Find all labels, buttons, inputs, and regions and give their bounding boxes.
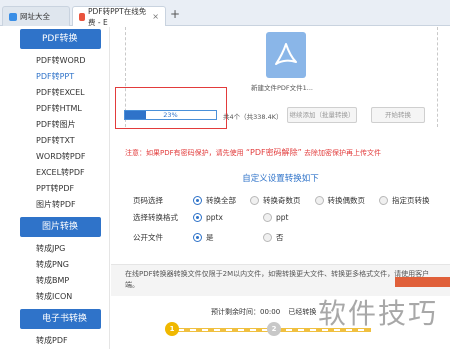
pdf-favicon-icon <box>79 12 85 21</box>
format-select-row: 选择转换格式 pptx ppt <box>133 210 302 224</box>
sidebar-item-to-png[interactable]: 转成PNG <box>0 257 109 273</box>
sidebar-item-ppt-to-pdf[interactable]: PPT转PDF <box>0 181 109 197</box>
radio-dot <box>193 195 202 205</box>
sidebar-item-to-icon[interactable]: 转成ICON <box>0 289 109 305</box>
notice-prefix: 注意：如果PDF有密码保护，请先使用 <box>125 149 244 157</box>
tab-label: PDF转PPT在线免费 - E <box>87 6 147 27</box>
public-file-label: 公开文件 <box>133 232 163 242</box>
globe-icon <box>9 12 17 21</box>
sidebar-item-pdf-to-image[interactable]: PDF转图片 <box>0 117 109 133</box>
radio-label: 转换奇数页 <box>263 195 301 205</box>
sidebar-section-ebook-convert: 电子书转换 <box>20 309 101 329</box>
converted-status-text: 已经转换 <box>288 308 317 316</box>
browser-tab-home[interactable]: 网址大全 <box>2 6 70 26</box>
sidebar-item-excel-to-pdf[interactable]: EXCEL转PDF <box>0 165 109 181</box>
step-2-indicator: 2 <box>267 322 281 336</box>
radio-dot <box>263 212 272 222</box>
watermark-text: 软件技巧 <box>318 297 439 330</box>
radio-label: 是 <box>206 232 214 242</box>
notice-suffix: 去除加密保护再上传文件 <box>303 149 381 157</box>
radio-format-ppt[interactable]: ppt <box>263 212 289 222</box>
sidebar-item-pdf-to-html[interactable]: PDF转HTML <box>0 101 109 117</box>
file-count-summary: 共4个（共338.4K） <box>223 113 283 121</box>
radio-public-yes[interactable]: 是 <box>193 232 249 243</box>
pdf-password-remove-link[interactable]: “PDF密码解除” <box>246 148 302 157</box>
radio-label: ppt <box>276 212 289 222</box>
password-notice: 注意：如果PDF有密码保护，请先使用 “PDF密码解除” 去除加密保护再上传文件 <box>125 147 381 158</box>
tab-label: 网址大全 <box>20 12 50 21</box>
sidebar-item-pdf-to-word[interactable]: PDF转WORD <box>0 53 109 69</box>
page-select-row: 页码选择 转换全部 转换奇数页 转换偶数页 指定页转换 <box>133 193 444 207</box>
client-download-banner[interactable] <box>395 277 450 287</box>
sidebar-item-image-to-pdf[interactable]: 图片转PDF <box>0 197 109 213</box>
sidebar-section-pdf-convert: PDF转换 <box>20 29 101 49</box>
radio-dot <box>250 195 259 205</box>
pdf-file-icon <box>266 32 306 78</box>
radio-label: 否 <box>276 232 284 242</box>
sidebar-item-word-to-pdf[interactable]: WORD转PDF <box>0 149 109 165</box>
radio-public-no[interactable]: 否 <box>263 232 284 243</box>
radio-convert-odd[interactable]: 转换奇数页 <box>250 195 301 206</box>
continue-add-button[interactable]: 继续添加（批量转换） <box>287 107 357 123</box>
uploaded-file-name: 新建文件PDF文件1... <box>251 84 313 92</box>
radio-dot <box>193 232 202 242</box>
radio-convert-all[interactable]: 转换全部 <box>193 195 236 206</box>
sidebar-item-to-jpg[interactable]: 转成JPG <box>0 241 109 257</box>
radio-dot <box>379 195 388 205</box>
close-tab-icon[interactable]: × <box>152 12 159 21</box>
radio-convert-even[interactable]: 转换偶数页 <box>314 195 366 206</box>
radio-convert-specified[interactable]: 指定页转换 <box>379 195 430 206</box>
radio-dot <box>314 195 324 205</box>
radio-dot <box>193 212 202 222</box>
highlight-annotation-box <box>115 87 227 129</box>
acrobat-icon <box>275 43 297 65</box>
format-select-label: 选择转换格式 <box>133 212 178 222</box>
radio-label: 转换全部 <box>206 195 236 205</box>
settings-title: 自定义设置转换如下 <box>242 174 319 184</box>
progress-percent-label: 23% <box>163 111 178 119</box>
radio-label: 指定页转换 <box>392 195 430 205</box>
radio-label: 转换偶数页 <box>327 195 366 205</box>
new-tab-button[interactable]: + <box>168 8 182 22</box>
radio-dot <box>263 232 272 242</box>
sidebar-item-pdf-to-excel[interactable]: PDF转EXCEL <box>0 85 109 101</box>
eta-status: 预计剩余时间：00:00 已经转换 <box>211 307 316 317</box>
page-select-label: 页码选择 <box>133 195 163 205</box>
eta-text: 预计剩余时间：00:00 <box>211 308 281 316</box>
public-file-row: 公开文件 是 否 <box>133 230 298 244</box>
sidebar-section-image-convert: 图片转换 <box>20 217 101 237</box>
browser-tab-pdf-to-ppt[interactable]: PDF转PPT在线免费 - E × <box>72 6 166 27</box>
step-1-indicator: 1 <box>165 322 179 336</box>
sidebar: PDF转换 PDF转WORD PDF转PPT PDF转EXCEL PDF转HTM… <box>0 27 110 349</box>
sidebar-item-to-pdf[interactable]: 转成PDF <box>0 333 109 349</box>
dashed-border-right <box>437 27 438 127</box>
radio-format-pptx[interactable]: pptx <box>193 212 249 222</box>
browser-tab-bar: 网址大全 PDF转PPT在线免费 - E × + <box>0 0 450 27</box>
sidebar-item-to-bmp[interactable]: 转成BMP <box>0 273 109 289</box>
radio-label: pptx <box>206 212 223 222</box>
start-convert-button[interactable]: 开始转换 <box>371 107 425 123</box>
upload-progress-bar: 23% <box>124 110 217 120</box>
sidebar-item-pdf-to-txt[interactable]: PDF转TXT <box>0 133 109 149</box>
sidebar-item-pdf-to-ppt[interactable]: PDF转PPT <box>0 69 109 85</box>
